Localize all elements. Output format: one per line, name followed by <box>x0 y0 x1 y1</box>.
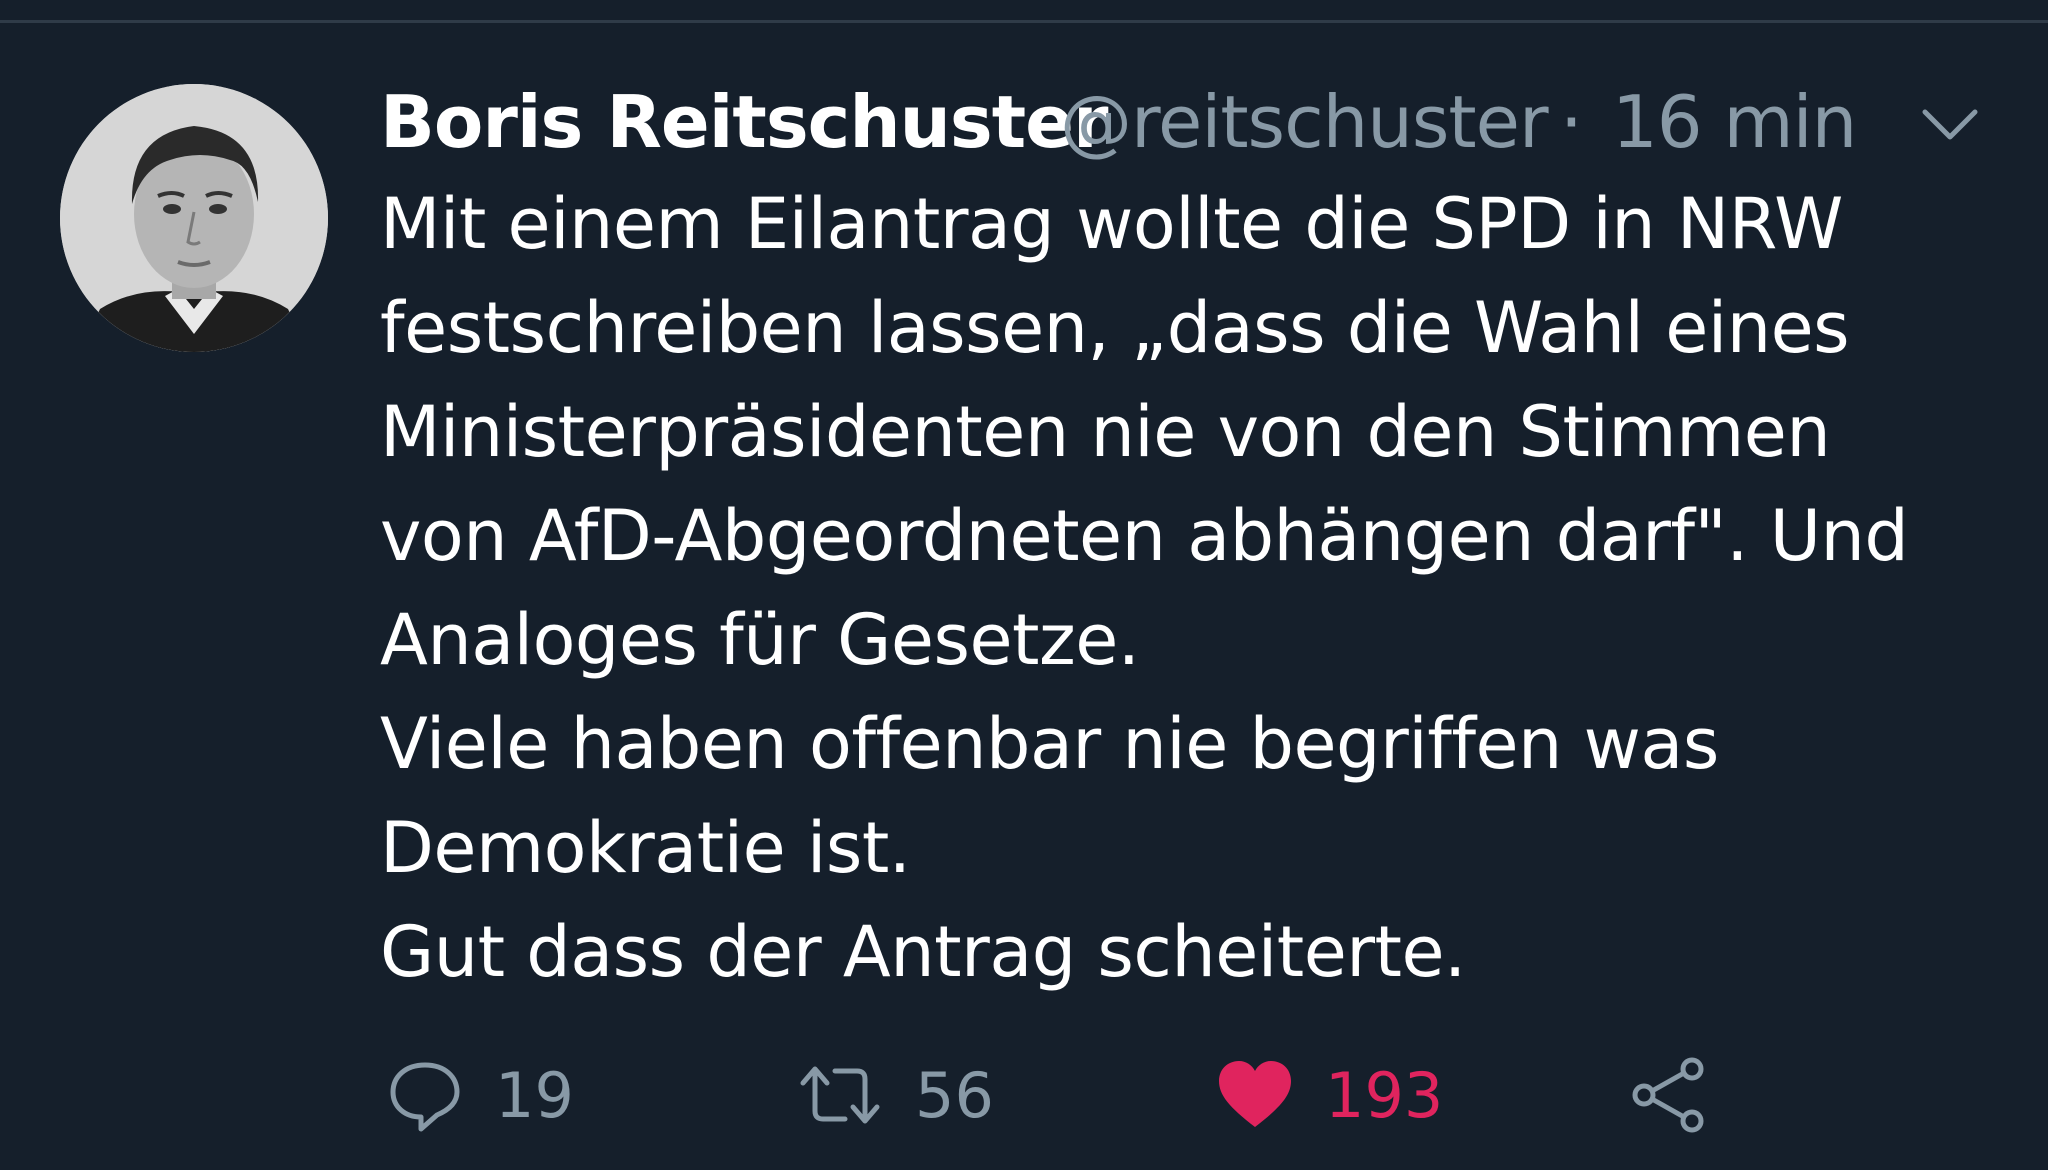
tweet-text-line: Demokratie ist. <box>380 807 911 889</box>
like-button[interactable]: 193 <box>1215 1040 1443 1150</box>
tweet-text-line: Analoges für Gesetze. <box>380 599 1140 681</box>
heart-icon <box>1219 1061 1291 1127</box>
tweet-action-bar: 19 56 193 <box>380 1040 1840 1150</box>
header-separator: · <box>1560 80 1583 164</box>
tweet-text-line: Mit einem Eilantrag wollte die SPD in NR… <box>380 183 1843 265</box>
author-display-name[interactable]: Boris Reitschuster <box>380 72 1108 172</box>
like-count: 193 <box>1325 1058 1444 1132</box>
tweet-timestamp[interactable]: 16 min <box>1612 72 1857 172</box>
avatar-image <box>60 84 328 352</box>
retweet-count: 56 <box>915 1058 994 1132</box>
tweet-text-line: festschreiben lassen, „dass die Wahl ein… <box>380 287 1850 369</box>
reply-icon <box>390 1062 460 1132</box>
reply-button[interactable]: 19 <box>385 1040 574 1150</box>
tweet-text-line: Gut dass der Antrag scheiterte. <box>380 911 1466 993</box>
chevron-down-icon <box>1922 109 1978 140</box>
retweet-icon <box>800 1066 880 1124</box>
reply-count: 19 <box>495 1058 574 1132</box>
tweet-text-line: von AfD-Abgeordneten abhängen darf". Und <box>380 495 1909 577</box>
tweet-text-line: Ministerpräsidenten nie von den Stimmen <box>380 391 1831 473</box>
tweet-text: Mit einem Eilantrag wollte die SPD in NR… <box>380 172 2020 1004</box>
author-handle[interactable]: @reitschuster <box>1060 72 1549 172</box>
tweet-menu-button[interactable] <box>1915 94 1985 154</box>
share-button[interactable] <box>1630 1040 1710 1150</box>
tweet-text-line: Viele haben offenbar nie begriffen was <box>380 703 1719 785</box>
retweet-button[interactable]: 56 <box>795 1040 994 1150</box>
tweet-screen: Boris Reitschuster @reitschuster · 16 mi… <box>0 0 2048 1170</box>
top-divider <box>0 20 2048 23</box>
tweet-header: Boris Reitschuster @reitschuster · 16 mi… <box>380 72 2008 172</box>
share-icon <box>1632 1057 1704 1133</box>
avatar[interactable] <box>60 84 328 352</box>
